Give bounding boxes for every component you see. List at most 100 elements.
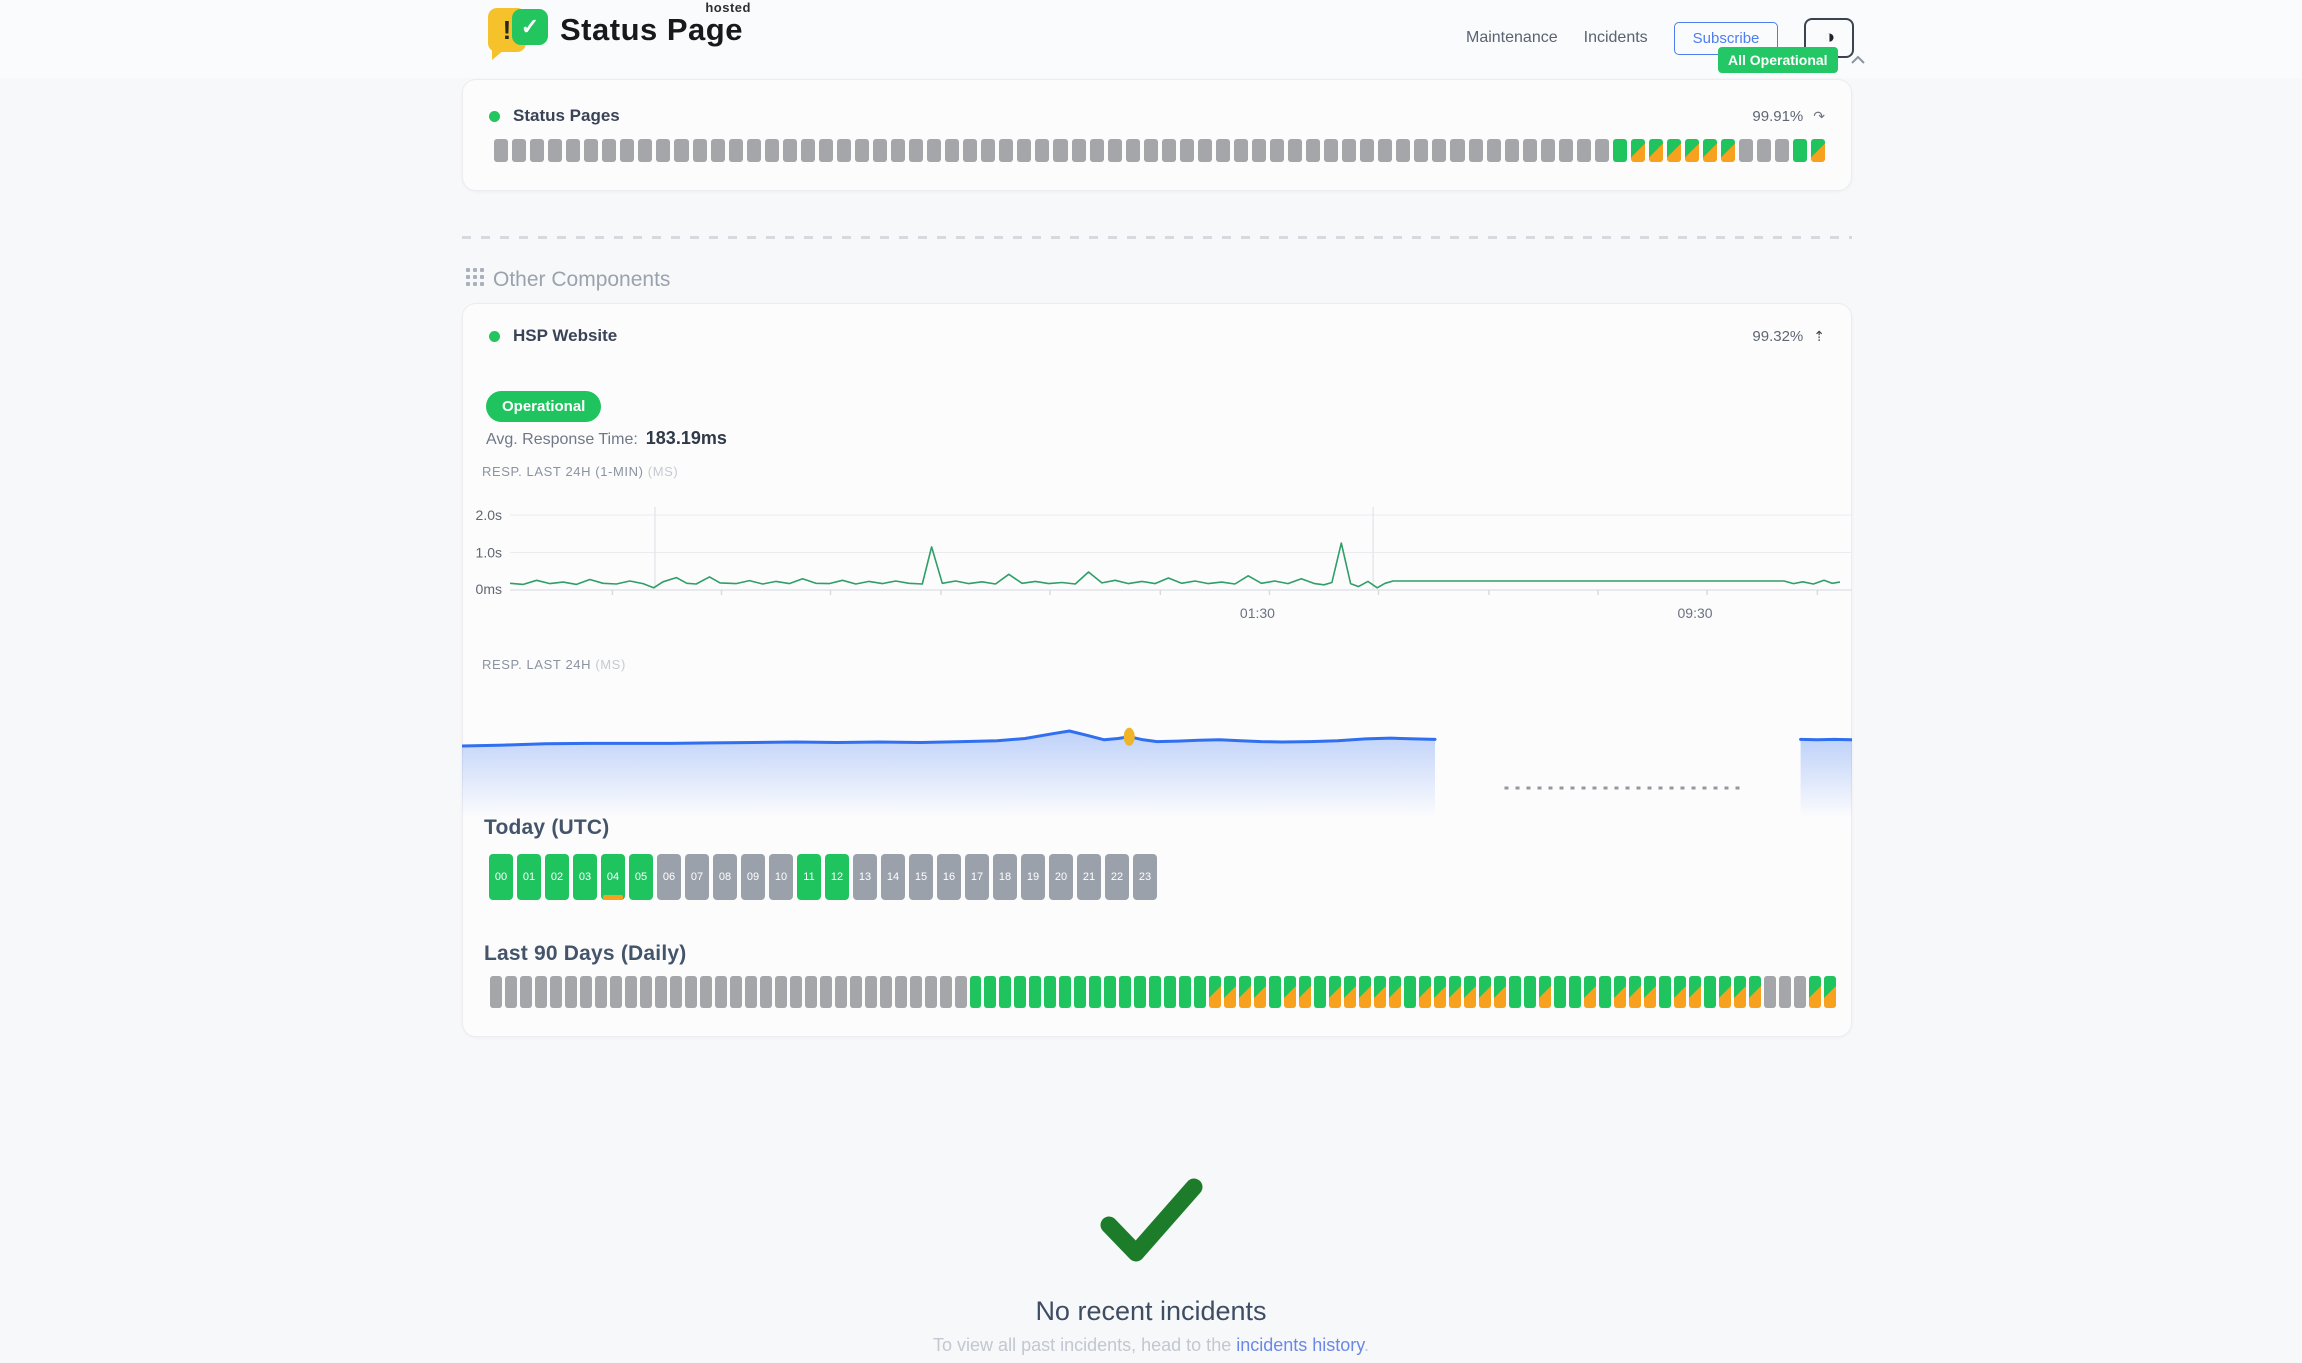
uptime-bar xyxy=(1053,139,1067,162)
uptime-bar xyxy=(1595,139,1609,162)
uptime-bar xyxy=(1685,139,1699,162)
daily-uptime-bar xyxy=(520,976,532,1008)
daily-uptime-bar xyxy=(1749,976,1761,1008)
uptime-bar xyxy=(1108,139,1122,162)
incidents-subtitle: To view all past incidents, head to the … xyxy=(0,1335,2302,1356)
uptime-bar xyxy=(1793,139,1807,162)
hour-block: 14 xyxy=(881,854,905,900)
uptime-bar xyxy=(512,139,526,162)
hour-block: 05 xyxy=(629,854,653,900)
uptime-bar xyxy=(1757,139,1771,162)
response-time-chart-24h xyxy=(462,700,1852,823)
avg-response-label: Avg. Response Time: xyxy=(486,431,638,448)
uptime-bar xyxy=(999,139,1013,162)
daily-uptime-bar xyxy=(1419,976,1431,1008)
uptime-percentage: 99.91% xyxy=(1752,108,1803,125)
daily-uptime-bar xyxy=(1134,976,1146,1008)
avg-response-row: Avg. Response Time: 183.19ms xyxy=(486,428,727,449)
uptime-bar xyxy=(1378,139,1392,162)
hour-block: 19 xyxy=(1021,854,1045,900)
daily-uptime-bar xyxy=(565,976,577,1008)
daily-uptime-bar xyxy=(895,976,907,1008)
hour-incident-marker xyxy=(603,895,623,900)
daily-uptime-bar xyxy=(1119,976,1131,1008)
uptime-bar xyxy=(963,139,977,162)
uptime-up-icon: ⇡ xyxy=(1813,328,1825,345)
uptime-bar xyxy=(1469,139,1483,162)
chart1-label: RESP. LAST 24H (1-MIN) (MS) xyxy=(482,464,678,479)
section-title-other-components: Other Components xyxy=(466,268,670,292)
component-name: HSP Website xyxy=(513,326,617,346)
uptime-bar xyxy=(1324,139,1338,162)
uptime-bar xyxy=(1739,139,1753,162)
uptime-bars-24h xyxy=(494,139,1825,162)
uptime-bar xyxy=(1505,139,1519,162)
uptime-bar xyxy=(1342,139,1356,162)
uptime-bar xyxy=(783,139,797,162)
incidents-history-link[interactable]: incidents history xyxy=(1236,1335,1364,1355)
svg-text:0ms: 0ms xyxy=(476,581,502,597)
hour-block: 07 xyxy=(685,854,709,900)
uptime-bar xyxy=(1072,139,1086,162)
hour-block: 09 xyxy=(741,854,765,900)
daily-uptime-bar xyxy=(1149,976,1161,1008)
daily-uptime-bar xyxy=(1254,976,1266,1008)
hour-block: 10 xyxy=(769,854,793,900)
daily-uptime-bar xyxy=(1569,976,1581,1008)
uptime-bar xyxy=(1216,139,1230,162)
daily-uptime-bar xyxy=(1044,976,1056,1008)
avg-response-value: 183.19ms xyxy=(646,428,727,448)
uptime-bar xyxy=(1288,139,1302,162)
status-dot xyxy=(489,331,500,342)
nav-incidents[interactable]: Incidents xyxy=(1584,29,1648,47)
uptime-bar xyxy=(1432,139,1446,162)
chevron-up-icon[interactable] xyxy=(1850,55,1866,65)
last-90-days-bars xyxy=(490,976,1836,1008)
daily-uptime-bar xyxy=(984,976,996,1008)
daily-uptime-bar xyxy=(925,976,937,1008)
hour-block: 11 xyxy=(797,854,821,900)
hour-block: 13 xyxy=(853,854,877,900)
daily-uptime-bar xyxy=(1239,976,1251,1008)
section-divider xyxy=(462,236,1852,239)
daily-uptime-bar xyxy=(1449,976,1461,1008)
uptime-bar xyxy=(1414,139,1428,162)
uptime-bar xyxy=(1721,139,1735,162)
uptime-bar xyxy=(1162,139,1176,162)
uptime-bar xyxy=(945,139,959,162)
no-incidents-title: No recent incidents xyxy=(0,1296,2302,1327)
daily-uptime-bar xyxy=(1599,976,1611,1008)
daily-uptime-bar xyxy=(1809,976,1821,1008)
svg-text:09:30: 09:30 xyxy=(1678,605,1713,621)
daily-uptime-bar xyxy=(790,976,802,1008)
daily-uptime-bar xyxy=(1164,976,1176,1008)
daily-uptime-bar xyxy=(1179,976,1191,1008)
daily-uptime-bar xyxy=(1674,976,1686,1008)
daily-uptime-bar xyxy=(1404,976,1416,1008)
uptime-bar xyxy=(1613,139,1627,162)
daily-uptime-bar xyxy=(1539,976,1551,1008)
uptime-bar xyxy=(1541,139,1555,162)
daily-uptime-bar xyxy=(745,976,757,1008)
uptime-bar xyxy=(566,139,580,162)
uptime-bar xyxy=(837,139,851,162)
hour-block: 23 xyxy=(1133,854,1157,900)
daily-uptime-bar xyxy=(1629,976,1641,1008)
operational-badge: Operational xyxy=(486,391,601,422)
logo[interactable]: ! ✓ Status Page hosted xyxy=(488,8,743,52)
daily-uptime-bar xyxy=(1314,976,1326,1008)
logo-check-icon: ✓ xyxy=(512,9,548,45)
daily-uptime-bar xyxy=(1464,976,1476,1008)
hour-block: 04 xyxy=(601,854,625,900)
nav-maintenance[interactable]: Maintenance xyxy=(1466,29,1558,47)
daily-uptime-bar xyxy=(535,976,547,1008)
uptime-bar xyxy=(693,139,707,162)
uptime-bar xyxy=(819,139,833,162)
daily-uptime-bar xyxy=(910,976,922,1008)
daily-uptime-bar xyxy=(1779,976,1791,1008)
daily-uptime-bar xyxy=(805,976,817,1008)
uptime-bar xyxy=(1559,139,1573,162)
daily-uptime-bar xyxy=(715,976,727,1008)
daily-uptime-bar xyxy=(955,976,967,1008)
daily-uptime-bar xyxy=(1344,976,1356,1008)
